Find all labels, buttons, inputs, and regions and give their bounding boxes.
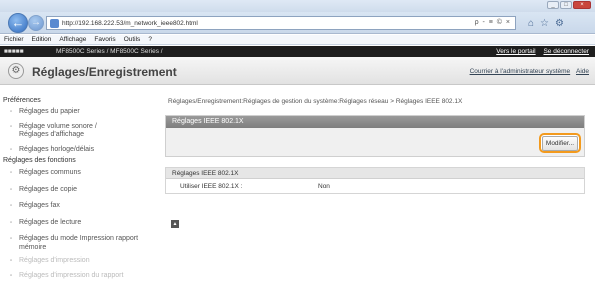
details-header: Réglages IEEE 802.1X (166, 168, 584, 179)
table-row: Utiliser IEEE 802.1X : Non (166, 179, 584, 193)
modify-button-highlight: Modifier... (539, 133, 581, 153)
logout-link[interactable]: Se déconnecter (543, 48, 589, 55)
menu-help[interactable]: ? (148, 36, 152, 43)
sidebar-item-memory-report[interactable]: Réglages du mode Impression rapport mémo… (0, 235, 140, 252)
ieee-details-table: Réglages IEEE 802.1X Utiliser IEEE 802.1… (165, 167, 585, 194)
menu-edit[interactable]: Edition (32, 36, 52, 43)
breadcrumb: Réglages/Enregistrement:Réglages de gest… (168, 98, 463, 105)
device-model: MF8500C Series / MF8500C Series / (56, 48, 163, 55)
portal-link[interactable]: Vers le portail (496, 48, 535, 55)
browser-tool-icons: ⌂ ☆ ⚙ (528, 18, 564, 29)
sidebar: Préférences Réglages du papier Réglage v… (0, 96, 160, 280)
sidebar-section-preferences[interactable]: Préférences (0, 96, 160, 106)
sidebar-item-common[interactable]: Réglages communs (0, 169, 160, 178)
sidebar-item-timer[interactable]: Réglages horloge/délais (0, 146, 160, 155)
device-name: ■■■■■ (4, 48, 24, 55)
heading-links: Courrier à l'administrateur système Aide (466, 68, 589, 75)
sidebar-section-functions[interactable]: Réglages des fonctions (0, 156, 160, 166)
menu-tools[interactable]: Outils (124, 36, 141, 43)
browser-navbar: ← → http://192.168.222.53/m_network_ieee… (0, 12, 595, 34)
address-bar[interactable]: http://192.168.222.53/m_network_ieee802.… (46, 16, 516, 30)
back-to-top-button[interactable]: ▲ (171, 220, 179, 228)
modify-button[interactable]: Modifier... (541, 135, 579, 151)
maximize-button[interactable]: □ (560, 1, 572, 9)
panel-header: Réglages IEEE 802.1X (166, 116, 584, 128)
window-controls: _ □ × (547, 1, 591, 9)
main-content: Réglages/Enregistrement:Réglages de gest… (165, 96, 590, 228)
page-title: Réglages/Enregistrement (32, 65, 177, 79)
sidebar-item-copy[interactable]: Réglages de copie (0, 186, 160, 195)
address-tools[interactable]: ρ - ≡ © × (475, 19, 511, 26)
forward-button[interactable]: → (28, 15, 44, 31)
sidebar-item-scan[interactable]: Réglages de lecture (0, 219, 160, 228)
close-window-button[interactable]: × (573, 1, 591, 9)
ieee-settings-panel: Réglages IEEE 802.1X Modifier... (165, 115, 585, 157)
back-button[interactable]: ← (8, 13, 28, 33)
help-link[interactable]: Aide (576, 68, 589, 75)
sidebar-item-volume-display[interactable]: Réglage volume sonore / Réglages d'affic… (0, 123, 120, 140)
sidebar-item-report-print[interactable]: Réglages d'impression du rapport (0, 272, 160, 281)
sidebar-item-fax[interactable]: Réglages fax (0, 202, 160, 211)
use-ieee-value: Non (318, 182, 330, 190)
header-links: Vers le portail Se déconnecter (490, 46, 589, 57)
window-titlebar: _ □ × (0, 0, 595, 12)
address-url[interactable]: http://192.168.222.53/m_network_ieee802.… (62, 20, 198, 27)
device-header-bar: ■■■■■ MF8500C Series / MF8500C Series / … (0, 46, 595, 57)
menu-favorites[interactable]: Favoris (94, 36, 115, 43)
menu-view[interactable]: Affichage (59, 36, 86, 43)
site-icon (50, 18, 59, 28)
home-icon[interactable]: ⌂ (528, 18, 534, 29)
sidebar-item-print[interactable]: Réglages d'impression (0, 257, 160, 266)
sidebar-item-paper[interactable]: Réglages du papier (0, 108, 160, 117)
mail-admin-link[interactable]: Courrier à l'administrateur système (470, 68, 571, 75)
use-ieee-label: Utiliser IEEE 802.1X : (180, 182, 243, 190)
browser-menubar: Fichier Edition Affichage Favoris Outils… (0, 35, 595, 45)
minimize-button[interactable]: _ (547, 1, 559, 9)
menu-file[interactable]: Fichier (4, 36, 24, 43)
gear-icon[interactable]: ⚙ (555, 18, 564, 29)
favorites-star-icon[interactable]: ☆ (540, 18, 549, 29)
settings-icon: ⚙ (8, 63, 24, 79)
page-heading: ⚙ Réglages/Enregistrement Courrier à l'a… (0, 57, 595, 85)
